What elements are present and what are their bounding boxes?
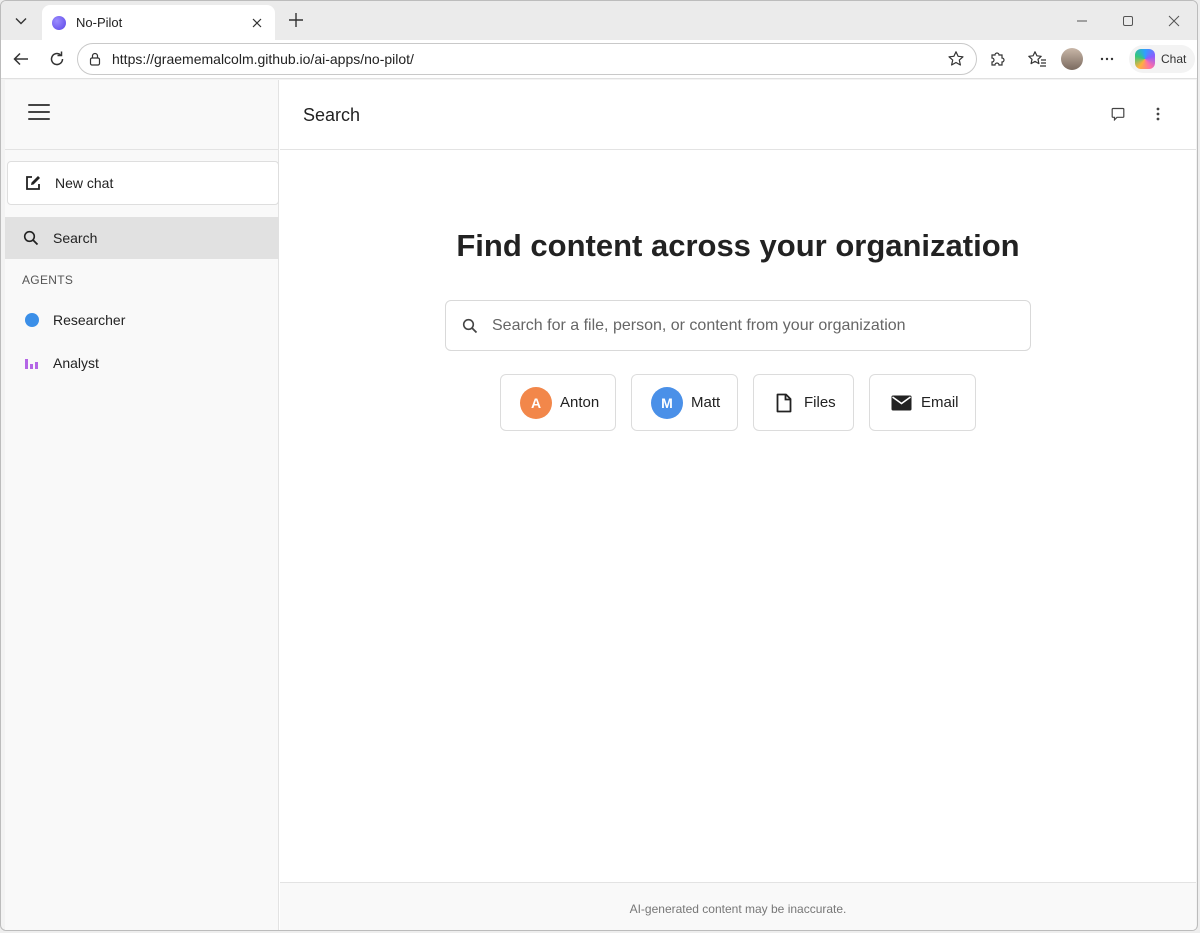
search-icon bbox=[462, 318, 478, 333]
browser-window: No-Pilot https://graememalcolm.github.io… bbox=[0, 0, 1198, 931]
chip-label: Files bbox=[804, 394, 836, 411]
plus-icon bbox=[289, 13, 303, 27]
sidebar-item-researcher[interactable]: Researcher bbox=[5, 299, 279, 341]
search-box[interactable] bbox=[445, 300, 1031, 351]
new-chat-button[interactable]: New chat bbox=[7, 161, 279, 205]
chip-matt[interactable]: M Matt bbox=[631, 374, 738, 431]
sidebar-item-label: Analyst bbox=[53, 355, 99, 371]
hamburger-line bbox=[28, 104, 50, 106]
star-icon bbox=[948, 51, 964, 66]
feedback-button[interactable] bbox=[1106, 102, 1130, 126]
agents-heading: AGENTS bbox=[22, 273, 74, 287]
browser-tab[interactable]: No-Pilot bbox=[42, 5, 275, 40]
new-chat-label: New chat bbox=[55, 175, 114, 191]
maximize-icon bbox=[1123, 15, 1133, 26]
more-horizontal-icon bbox=[1100, 57, 1114, 61]
puzzle-icon bbox=[991, 52, 1005, 66]
comment-icon bbox=[1111, 107, 1125, 121]
file-icon bbox=[776, 393, 792, 412]
tab-actions-button[interactable] bbox=[6, 7, 36, 35]
avatar: M bbox=[651, 386, 683, 419]
footer: AI-generated content may be inaccurate. bbox=[280, 882, 1196, 930]
chip-label: Email bbox=[921, 394, 959, 411]
copilot-chat-button[interactable]: Chat bbox=[1129, 45, 1195, 73]
copilot-icon bbox=[1135, 49, 1155, 69]
main-header: Search bbox=[280, 80, 1196, 150]
avatar: A bbox=[520, 386, 552, 419]
sidebar-item-analyst[interactable]: Analyst bbox=[5, 342, 279, 384]
refresh-button[interactable] bbox=[43, 45, 71, 73]
hamburger-line bbox=[28, 118, 50, 120]
chat-label: Chat bbox=[1161, 52, 1187, 66]
compose-icon bbox=[26, 176, 40, 190]
bar-chart-icon bbox=[25, 357, 39, 369]
more-options-button[interactable] bbox=[1146, 102, 1170, 126]
sidebar: New chat Search AGENTS Researcher Analys… bbox=[5, 80, 279, 930]
arrow-left-icon bbox=[13, 52, 28, 66]
chip-label: Anton bbox=[560, 394, 600, 411]
disclaimer-text: AI-generated content may be inaccurate. bbox=[629, 902, 847, 916]
chip-anton[interactable]: A Anton bbox=[500, 374, 616, 431]
back-button[interactable] bbox=[7, 45, 35, 73]
favorites-list-icon bbox=[1028, 51, 1046, 67]
chip-email[interactable]: Email bbox=[869, 374, 976, 431]
profile-avatar[interactable] bbox=[1061, 48, 1083, 70]
blue-dot-icon bbox=[25, 313, 39, 327]
chip-files[interactable]: Files bbox=[753, 374, 854, 431]
page-title: Search bbox=[303, 105, 361, 125]
close-icon bbox=[252, 18, 262, 27]
navigation-bar: https://graememalcolm.github.io/ai-apps/… bbox=[1, 40, 1197, 79]
quick-filters: A Anton M Matt Files Email bbox=[280, 374, 1196, 431]
chevron-down-icon bbox=[15, 18, 27, 25]
hero-heading: Find content across your organization bbox=[456, 228, 1020, 263]
more-vertical-icon bbox=[1156, 107, 1160, 121]
minimize-icon bbox=[1077, 20, 1087, 21]
tab-title: No-Pilot bbox=[76, 15, 123, 30]
maximize-button[interactable] bbox=[1105, 1, 1151, 40]
sidebar-item-search[interactable]: Search bbox=[5, 217, 279, 259]
more-options-button[interactable] bbox=[1093, 45, 1121, 73]
close-icon bbox=[1168, 15, 1180, 26]
search-input[interactable] bbox=[492, 316, 1012, 335]
close-window-button[interactable] bbox=[1151, 1, 1197, 40]
email-icon bbox=[891, 395, 912, 410]
new-tab-button[interactable] bbox=[283, 7, 309, 33]
minimize-button[interactable] bbox=[1059, 1, 1105, 40]
favorite-button[interactable] bbox=[942, 45, 970, 73]
chip-label: Matt bbox=[691, 394, 721, 411]
close-tab-button[interactable] bbox=[247, 13, 267, 33]
menu-button[interactable] bbox=[27, 102, 51, 122]
window-controls bbox=[1059, 1, 1197, 40]
sidebar-item-label: Researcher bbox=[53, 312, 126, 328]
refresh-icon bbox=[50, 51, 64, 66]
favorites-button[interactable] bbox=[1023, 45, 1051, 73]
sidebar-item-label: Search bbox=[53, 230, 98, 246]
address-bar[interactable]: https://graememalcolm.github.io/ai-apps/… bbox=[77, 43, 977, 75]
url-text: https://graememalcolm.github.io/ai-apps/… bbox=[112, 51, 414, 67]
favicon-icon bbox=[52, 15, 66, 30]
extensions-button[interactable] bbox=[983, 45, 1011, 73]
title-bar: No-Pilot bbox=[1, 1, 1197, 40]
main-panel: Search Find content across your organiza… bbox=[280, 80, 1196, 930]
lock-icon bbox=[89, 52, 101, 66]
hamburger-line bbox=[28, 111, 50, 113]
search-icon bbox=[23, 230, 39, 246]
sidebar-divider bbox=[5, 149, 279, 150]
app-content: New chat Search AGENTS Researcher Analys… bbox=[5, 80, 1196, 930]
